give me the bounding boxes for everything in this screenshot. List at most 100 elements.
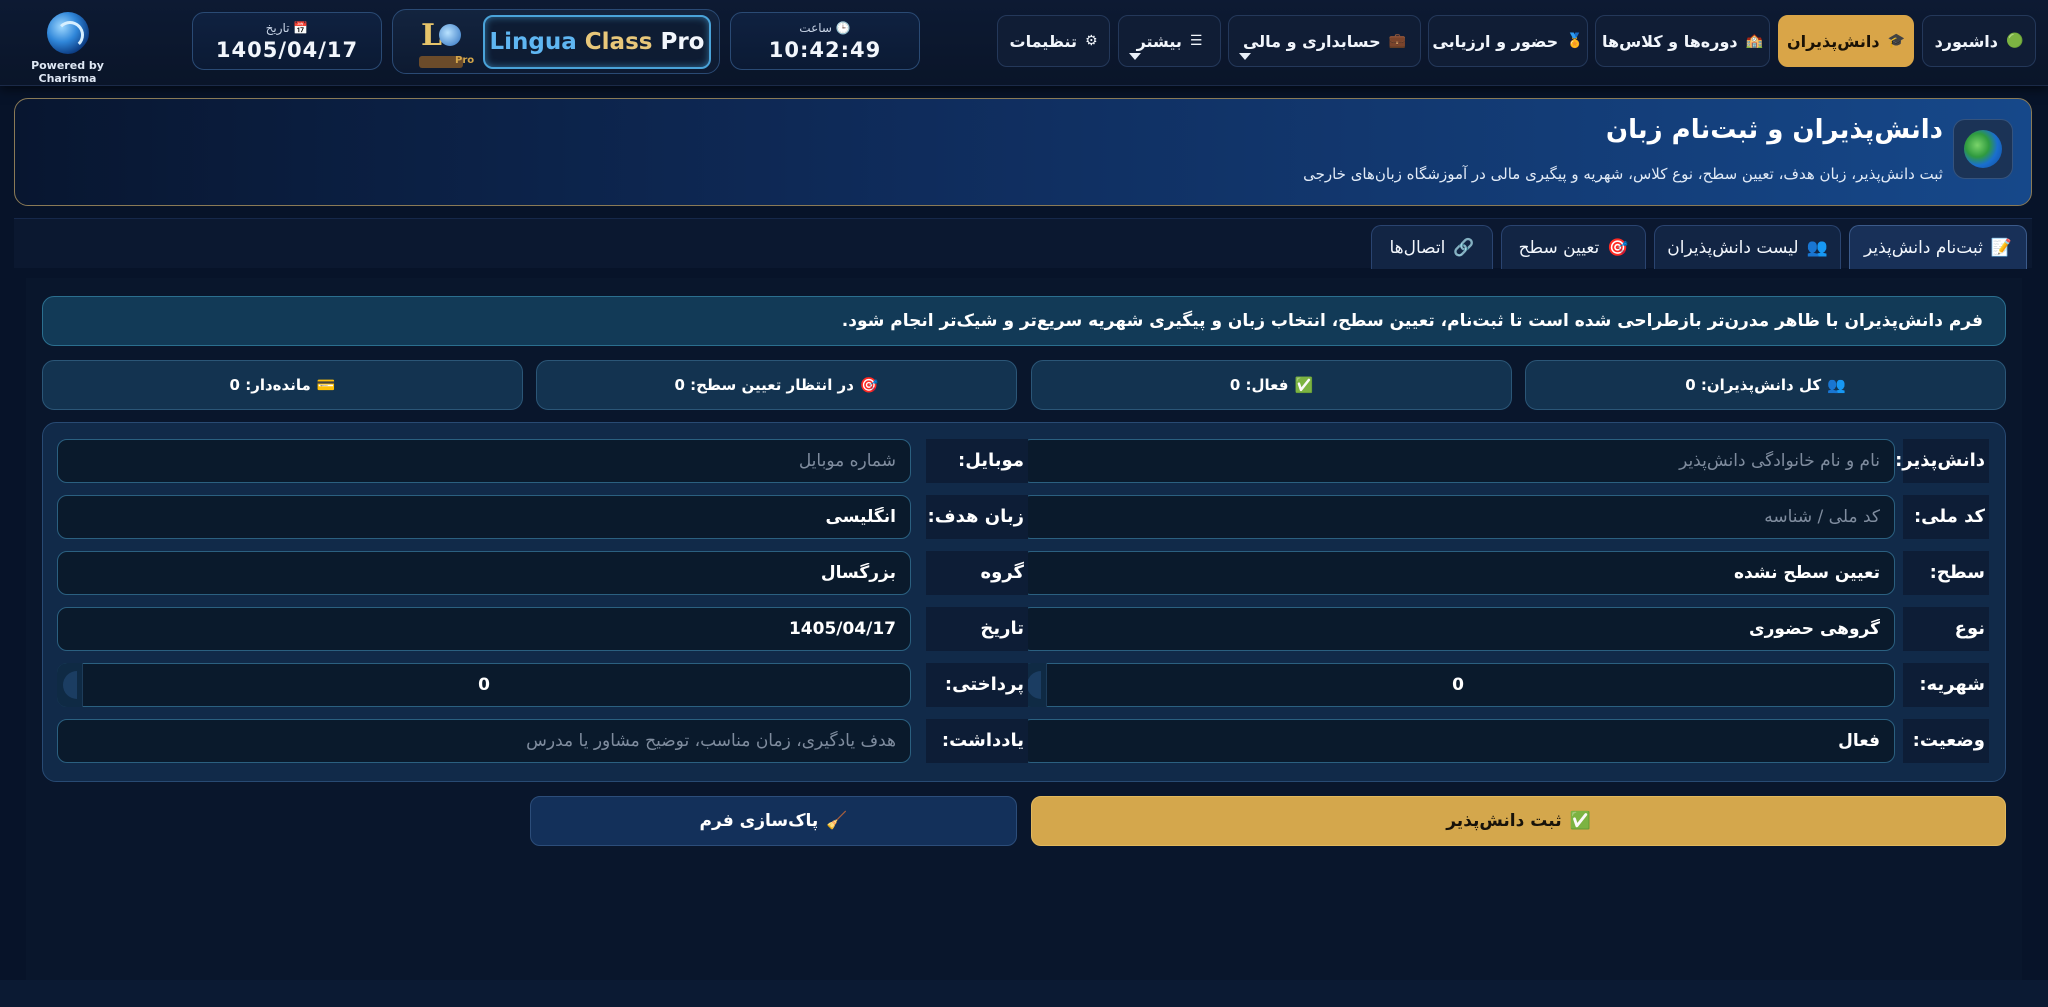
main-panel: فرم دانش‌پذیران با ظاهر مدرن‌تر بازطراحی… <box>26 278 2022 980</box>
note-input[interactable] <box>57 719 911 763</box>
check-icon: ✅ <box>1294 376 1314 394</box>
nav-settings[interactable]: ⚙ تنظیمات <box>997 15 1110 67</box>
target-language-select[interactable] <box>57 495 911 539</box>
stat-total-students: 👥 کل دانش‌پذیران: 0 <box>1525 360 2006 410</box>
product-badge: L Pro Lingua Class Pro <box>392 9 720 74</box>
clear-form-label: پاک‌سازی فرم <box>699 811 819 831</box>
date-value: 1405/04/17 <box>215 38 359 62</box>
nav-more-label: بیشتر <box>1136 31 1182 51</box>
nav-courses-label: دوره‌ها و کلاس‌ها <box>1601 31 1738 51</box>
target-language-label: زبان هدف: <box>926 495 1028 539</box>
chevron-down-icon <box>1239 53 1251 60</box>
paid-input[interactable] <box>57 663 911 707</box>
tuition-input[interactable] <box>1021 663 1895 707</box>
note-label: یادداشت: <box>926 719 1028 763</box>
clock-label-row: 🕒 ساعت <box>731 21 919 35</box>
nav-settings-label: تنظیمات <box>1009 31 1077 51</box>
green-dot-icon: 🟢 <box>2006 33 2024 49</box>
stat-total-label: کل دانش‌پذیران: 0 <box>1685 376 1822 394</box>
clear-form-button[interactable]: 🧹 پاک‌سازی فرم <box>530 796 1017 846</box>
tab-placement[interactable]: 🎯 تعیین سطح <box>1501 225 1646 269</box>
charisma-swirl-icon <box>46 12 89 54</box>
link-icon: 🔗 <box>1453 237 1475 258</box>
info-notice: فرم دانش‌پذیران با ظاهر مدرن‌تر بازطراحی… <box>42 296 2006 346</box>
age-group-label: گروه سنی: <box>926 551 1028 627</box>
national-id-input[interactable] <box>1021 495 1895 539</box>
save-student-button[interactable]: ✅ ثبت دانش‌پذیر <box>1031 796 2006 846</box>
nav-accounting[interactable]: 💼 حسابداری و مالی <box>1228 15 1421 67</box>
stat-balance: 💳 مانده‌دار: 0 <box>42 360 523 410</box>
nav-attendance[interactable]: 🏅 حضور و ارزیابی <box>1428 15 1588 67</box>
top-bar: Powered by Charisma 📅 تاریخ 1405/04/17 L… <box>0 0 2048 86</box>
tab-connections[interactable]: 🔗 اتصال‌ها <box>1371 225 1493 269</box>
nav-accounting-label: حسابداری و مالی <box>1242 31 1381 51</box>
date-box: 📅 تاریخ 1405/04/17 <box>192 12 382 70</box>
globe-tile <box>1953 119 2013 179</box>
nav-students-label: دانش‌پذیران <box>1786 31 1880 51</box>
age-group-select[interactable] <box>57 551 911 595</box>
clock-icon: 🕒 <box>835 21 851 35</box>
people-icon: 👥 <box>1827 376 1846 394</box>
clock-box: 🕒 ساعت 10:42:49 <box>730 12 920 70</box>
calendar-icon: 📅 <box>293 21 309 35</box>
save-student-label: ثبت دانش‌پذیر <box>1446 811 1562 831</box>
student-form: دانش‌پذیر: موبایل: کد ملی: زبان هدف: سطح… <box>42 422 2006 782</box>
paid-spinner[interactable] <box>57 663 83 707</box>
graduation-cap-icon: 🎓 <box>1887 33 1906 49</box>
lingua-emblem-icon: L Pro <box>419 18 475 68</box>
check-icon: ✅ <box>1569 811 1591 831</box>
tab-label: لیست دانش‌پذیران <box>1667 237 1799 258</box>
tuition-field <box>1021 663 1895 707</box>
tab-label: تعیین سطح <box>1518 237 1600 258</box>
tab-label: ثبت‌نام دانش‌پذیر <box>1863 237 1983 258</box>
nav-students[interactable]: 🎓 دانش‌پذیران <box>1778 15 1914 67</box>
product-name-part2: Class <box>584 29 653 55</box>
level-label: سطح: <box>1903 551 1989 595</box>
nav-dashboard[interactable]: 🟢 داشبورد <box>1922 15 2036 67</box>
nav-more[interactable]: ☰ بیشتر <box>1118 15 1221 67</box>
briefcase-icon: 💼 <box>1388 33 1407 49</box>
bottom-strip <box>0 980 2048 1007</box>
menu-icon: ☰ <box>1189 33 1203 49</box>
product-name-part3: Pro <box>660 29 705 55</box>
student-name-input[interactable] <box>1021 439 1895 483</box>
date-label: تاریخ <box>265 21 290 35</box>
level-select[interactable] <box>1021 551 1895 595</box>
stat-balance-label: مانده‌دار: 0 <box>229 376 311 394</box>
gear-icon: ⚙ <box>1084 33 1098 49</box>
mobile-label: موبایل: <box>926 439 1028 483</box>
product-name-part1: Lingua <box>489 29 577 55</box>
tab-student-list[interactable]: 👥 لیست دانش‌پذیران <box>1654 225 1841 269</box>
clock-value: 10:42:49 <box>768 38 882 62</box>
nav-attendance-label: حضور و ارزیابی <box>1432 31 1559 51</box>
national-id-label: کد ملی: <box>1903 495 1989 539</box>
school-icon: 🏫 <box>1745 33 1764 49</box>
mobile-input[interactable] <box>57 439 911 483</box>
stat-active-label: فعال: 0 <box>1229 376 1289 394</box>
powered-by-text: Powered by Charisma <box>31 59 104 85</box>
stat-pending-label: در انتظار تعیین سطح: 0 <box>674 376 854 394</box>
paid-field <box>57 663 911 707</box>
tabs-bar: 📝 ثبت‌نام دانش‌پذیر 👥 لیست دانش‌پذیران 🎯… <box>14 218 2032 269</box>
product-name: Lingua Class Pro <box>483 15 711 69</box>
page-subtitle: ثبت دانش‌پذیر، زبان هدف، تعیین سطح، نوع … <box>1303 165 1943 183</box>
nav-courses[interactable]: 🏫 دوره‌ها و کلاس‌ها <box>1595 15 1770 67</box>
target-icon: 🎯 <box>859 376 879 394</box>
broom-icon: 🧹 <box>826 811 848 831</box>
page-title: دانش‌پذیران و ثبت‌نام زبان <box>1605 115 1943 145</box>
chevron-down-icon <box>1129 53 1141 60</box>
target-icon: 🎯 <box>1607 237 1629 258</box>
status-label: وضعیت: <box>1903 719 1989 763</box>
registration-date-input[interactable] <box>57 607 911 651</box>
tab-label: اتصال‌ها <box>1389 237 1446 258</box>
registration-date-label: تاریخ ثبت‌نام: <box>926 607 1028 683</box>
status-select[interactable] <box>1021 719 1895 763</box>
tab-register-student[interactable]: 📝 ثبت‌نام دانش‌پذیر <box>1849 225 2027 269</box>
globe-icon <box>1964 130 2002 168</box>
date-label-row: 📅 تاریخ <box>193 21 381 35</box>
clock-label: ساعت <box>799 21 832 35</box>
charisma-logo: Powered by Charisma <box>10 10 125 85</box>
class-type-select[interactable] <box>1021 607 1895 651</box>
page-header: دانش‌پذیران و ثبت‌نام زبان ثبت دانش‌پذیر… <box>14 98 2032 206</box>
medal-icon: 🏅 <box>1566 33 1584 49</box>
